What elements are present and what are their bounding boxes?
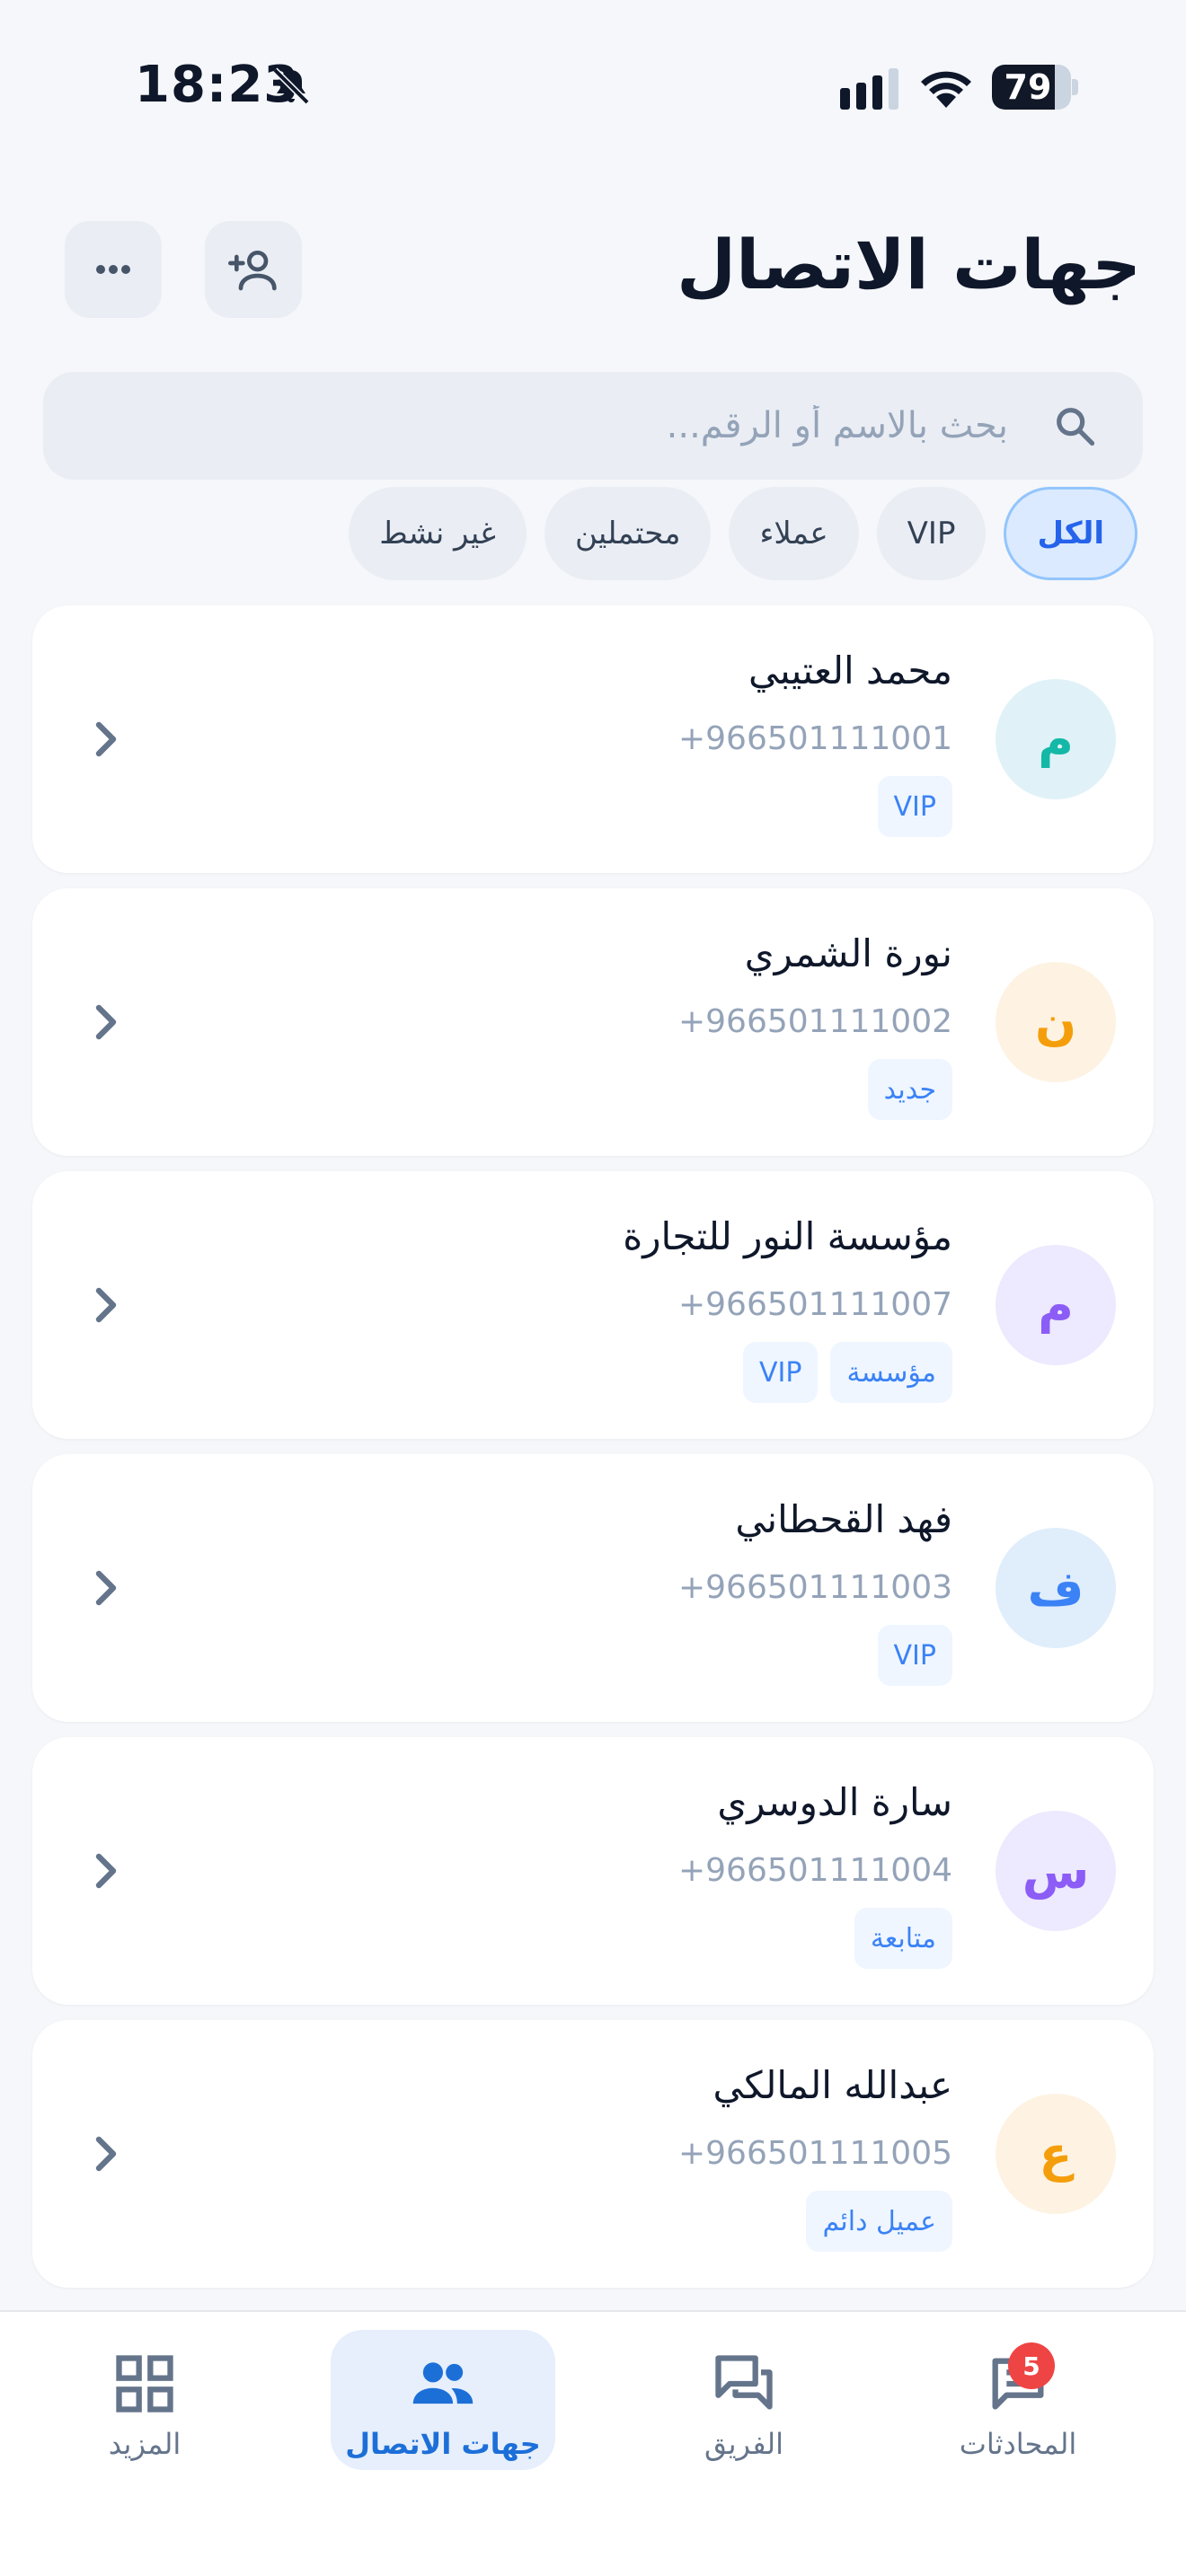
contact-card[interactable]: ع عبدالله المالكي +966501111005 عميل دائ… bbox=[32, 2020, 1154, 2288]
contact-tags: VIP bbox=[877, 1625, 952, 1686]
contact-tags: متابعة bbox=[854, 1908, 952, 1969]
contact-tags: عميل دائم bbox=[806, 2191, 952, 2252]
battery-indicator: 79 bbox=[992, 65, 1078, 110]
nav-label: المحادثات bbox=[959, 2427, 1077, 2461]
contact-phone: +966501111001 bbox=[677, 720, 952, 757]
contact-phone: +966501111003 bbox=[677, 1569, 952, 1606]
contact-card[interactable]: ف فهد القحطاني +966501111003 VIP bbox=[32, 1454, 1154, 1722]
contact-tags: مؤسسة VIP bbox=[742, 1342, 952, 1403]
people-icon bbox=[412, 2362, 474, 2404]
filter-chip-customers[interactable]: عملاء bbox=[729, 487, 859, 580]
avatar: ف bbox=[996, 1528, 1116, 1648]
contact-name: فهد القحطاني bbox=[735, 1497, 952, 1541]
contact-name: مؤسسة النور للتجارة bbox=[623, 1214, 952, 1258]
contact-phone: +966501111004 bbox=[677, 1852, 952, 1889]
avatar: م bbox=[996, 1245, 1116, 1365]
bell-muted-icon bbox=[272, 67, 310, 105]
nav-item-contacts[interactable]: جهات الاتصال bbox=[331, 2330, 555, 2470]
contact-card[interactable]: م محمد العتيبي +966501111001 VIP bbox=[32, 605, 1154, 873]
tag-badge: VIP bbox=[877, 776, 952, 837]
tag-badge: متابعة bbox=[854, 1908, 952, 1969]
wifi-icon bbox=[921, 71, 971, 108]
contact-name: محمد العتيبي bbox=[748, 648, 952, 693]
team-chat-icon bbox=[715, 2355, 773, 2410]
contact-card[interactable]: س سارة الدوسري +966501111004 متابعة bbox=[32, 1737, 1154, 2005]
add-person-icon bbox=[228, 251, 277, 291]
tag-badge: VIP bbox=[742, 1342, 819, 1403]
unread-badge: 5 bbox=[1008, 2342, 1055, 2389]
bottom-navigation: 5 المحادثات الفريق جهات الاتصال المزيد bbox=[0, 2310, 1186, 2576]
avatar: م bbox=[996, 679, 1116, 799]
search-bar[interactable] bbox=[43, 372, 1143, 480]
nav-item-team[interactable]: الفريق bbox=[632, 2330, 856, 2470]
nav-item-conversations[interactable]: 5 المحادثات bbox=[906, 2330, 1130, 2470]
filter-chip-all[interactable]: الكل bbox=[1004, 487, 1137, 580]
filter-chips: الكل VIP عملاء محتملين غير نشط bbox=[349, 487, 1137, 580]
status-bar: 18:23 79 bbox=[0, 0, 1186, 171]
chevron-icon[interactable] bbox=[77, 1559, 135, 1617]
chevron-icon[interactable] bbox=[77, 1276, 135, 1334]
chevron-icon[interactable] bbox=[77, 1842, 135, 1900]
battery-level: 79 bbox=[1004, 67, 1052, 107]
avatar: ن bbox=[996, 962, 1116, 1082]
tag-badge: عميل دائم bbox=[806, 2191, 952, 2252]
contact-card[interactable]: م مؤسسة النور للتجارة +966501111007 مؤسس… bbox=[32, 1171, 1154, 1439]
contacts-screen: 18:23 79 جهات الاتصال بحث بالاسم أو الرق… bbox=[0, 0, 1186, 2576]
contact-tags: VIP bbox=[877, 776, 952, 837]
tag-badge: جديد bbox=[867, 1059, 952, 1120]
filter-chip-inactive[interactable]: غير نشط bbox=[349, 487, 527, 580]
contact-phone: +966501111005 bbox=[677, 2135, 952, 2172]
filter-chip-prospects[interactable]: محتملين bbox=[544, 487, 712, 580]
more-horizontal-icon bbox=[96, 265, 130, 274]
tag-badge: VIP bbox=[877, 1625, 952, 1686]
avatar: س bbox=[996, 1811, 1116, 1931]
grid-icon bbox=[116, 2355, 173, 2413]
contact-tags: جديد bbox=[867, 1059, 952, 1120]
contact-name: عبدالله المالكي bbox=[712, 2063, 952, 2107]
avatar: ع bbox=[996, 2094, 1116, 2214]
search-icon bbox=[1057, 408, 1095, 446]
nav-item-more[interactable]: المزيد bbox=[32, 2330, 257, 2470]
contact-card[interactable]: ن نورة الشمري +966501111002 جديد bbox=[32, 888, 1154, 1156]
add-contact-button[interactable] bbox=[205, 221, 302, 318]
chevron-icon[interactable] bbox=[77, 710, 135, 768]
chevron-icon[interactable] bbox=[77, 2125, 135, 2183]
contact-phone: +966501111002 bbox=[677, 1003, 952, 1040]
page-title: جهات الاتصال bbox=[677, 225, 1141, 304]
contact-name: نورة الشمري bbox=[744, 931, 952, 975]
search-input[interactable] bbox=[199, 372, 1008, 480]
cellular-signal-icon bbox=[840, 68, 898, 110]
nav-label: المزيد bbox=[108, 2427, 181, 2461]
contact-phone: +966501111007 bbox=[677, 1286, 952, 1323]
chevron-icon[interactable] bbox=[77, 993, 135, 1051]
nav-label: جهات الاتصال bbox=[345, 2427, 541, 2461]
more-options-button[interactable] bbox=[65, 221, 162, 318]
nav-label: الفريق bbox=[704, 2427, 784, 2461]
contact-name: سارة الدوسري bbox=[717, 1780, 952, 1824]
filter-chip-vip[interactable]: VIP bbox=[876, 487, 987, 580]
tag-badge: مؤسسة bbox=[830, 1342, 952, 1403]
